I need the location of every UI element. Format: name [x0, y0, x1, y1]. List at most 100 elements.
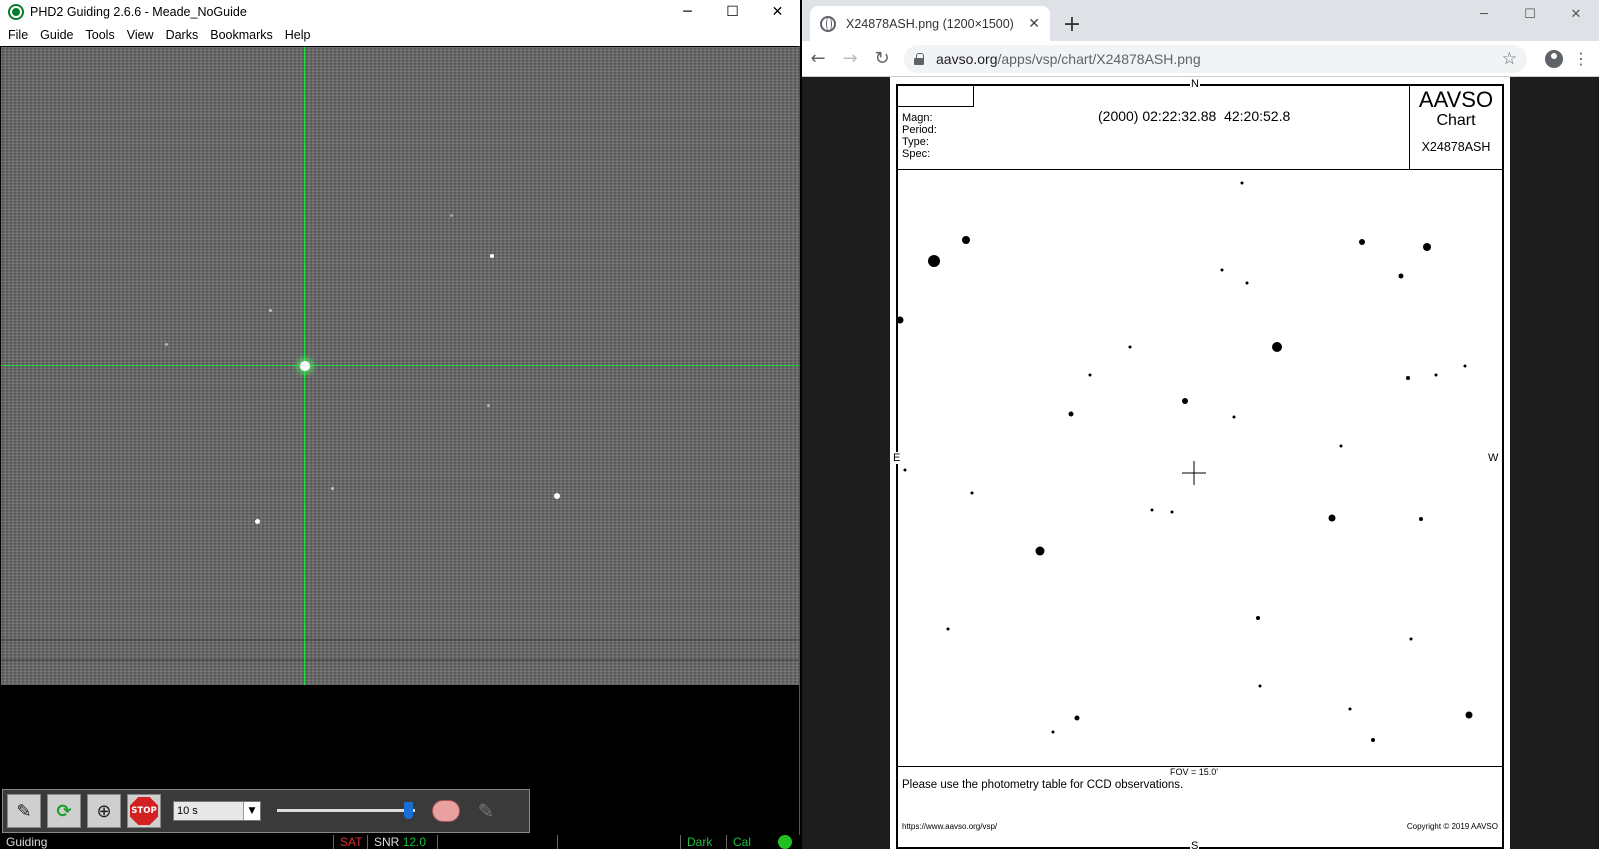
- target-icon: ⊕: [96, 800, 112, 822]
- menu-tools[interactable]: Tools: [80, 24, 121, 46]
- chart-star: [1182, 398, 1188, 404]
- guide-star-marker[interactable]: [300, 361, 310, 371]
- stop-icon: STOP: [130, 797, 158, 825]
- chart-frame: Magn: Period: Type: Spec: (2000) 02:22:3…: [892, 78, 1504, 849]
- chart-star: [1170, 510, 1174, 514]
- tab-close-button[interactable]: ✕: [1028, 16, 1040, 32]
- field-magn: Magn:: [902, 112, 933, 124]
- lock-icon[interactable]: [914, 52, 924, 65]
- snr-value: 12.0: [402, 835, 427, 849]
- address-bar[interactable]: aavso.org/apps/vsp/chart/X24878ASH.png ☆: [904, 44, 1527, 73]
- chart-star: [1419, 517, 1423, 521]
- menu-file[interactable]: File: [2, 24, 34, 46]
- camera-star: [487, 404, 490, 407]
- chrome-window: X24878ASH.png (1200×1500) ✕ + ─ ☐ ✕ ← → …: [802, 0, 1599, 849]
- minimize-button[interactable]: ─: [665, 0, 710, 24]
- footer-copyright: Copyright © 2019 AAVSO: [1406, 822, 1498, 831]
- direction-west: W: [1487, 452, 1500, 464]
- back-button[interactable]: ←: [802, 43, 834, 75]
- stop-button[interactable]: STOP: [127, 794, 161, 828]
- chart-id: X24878ASH: [1421, 140, 1491, 154]
- status-sat: SAT: [333, 835, 367, 849]
- chart-star: [1463, 364, 1467, 368]
- forward-button[interactable]: →: [834, 43, 866, 75]
- loop-icon: ⟳: [56, 800, 72, 822]
- close-button[interactable]: ✕: [755, 0, 800, 24]
- page-viewport[interactable]: Magn: Period: Type: Spec: (2000) 02:22:3…: [802, 77, 1599, 849]
- equipment-button[interactable]: ✎: [469, 794, 503, 828]
- menu-kebab-icon[interactable]: ⋮: [1573, 49, 1589, 68]
- reload-button[interactable]: ↻: [866, 43, 898, 75]
- tab-strip: X24878ASH.png (1200×1500) ✕ + ─ ☐ ✕: [802, 0, 1599, 41]
- chart-header: Magn: Period: Type: Spec: (2000) 02:22:3…: [898, 86, 1502, 170]
- connection-led-icon: [778, 835, 792, 849]
- chart-star: [1035, 546, 1045, 556]
- maximize-button[interactable]: ☐: [710, 0, 755, 24]
- logo-aavso: AAVSO: [1418, 87, 1494, 112]
- exposure-dropdown[interactable]: 10 s ▼: [173, 801, 261, 821]
- camera-star: [450, 214, 453, 217]
- url-path: /apps/vsp/chart/X24878ASH.png: [997, 50, 1201, 67]
- chart-star: [1465, 711, 1473, 719]
- field-type: Type:: [902, 136, 929, 148]
- field-spec: Spec:: [902, 148, 931, 160]
- wrench-icon: ✎: [477, 799, 495, 823]
- phd2-app-icon: [8, 4, 24, 20]
- maximize-button[interactable]: ☐: [1507, 0, 1553, 28]
- camera-star: [269, 309, 272, 312]
- chart-star: [1068, 411, 1074, 417]
- chart-star: [1348, 707, 1352, 711]
- chart-star: [970, 491, 974, 495]
- chart-star: [1328, 514, 1336, 522]
- guide-camera-image[interactable]: [1, 47, 799, 685]
- snr-label: SNR: [374, 835, 400, 849]
- direction-north: N: [1190, 78, 1200, 90]
- minimize-button[interactable]: ─: [1461, 0, 1507, 28]
- chart-star: [903, 468, 907, 472]
- crosshair-horizontal: [1, 365, 799, 366]
- chart-star: [1434, 373, 1438, 377]
- fov-label: FOV = 15.0': [1170, 767, 1218, 777]
- chart-star: [946, 627, 950, 631]
- phd2-window-title: PHD2 Guiding 2.6.6 - Meade_NoGuide: [30, 5, 247, 19]
- guide-button[interactable]: ⊕: [87, 794, 121, 828]
- chart-star: [1371, 738, 1375, 742]
- usb-plug-icon: ✎: [16, 800, 32, 822]
- chart-star: [1272, 342, 1282, 352]
- browser-tab[interactable]: X24878ASH.png (1200×1500) ✕: [810, 6, 1050, 41]
- menu-darks[interactable]: Darks: [160, 24, 205, 46]
- chart-star: [1256, 616, 1260, 620]
- chart-star: [1088, 373, 1092, 377]
- brain-button[interactable]: [429, 794, 463, 828]
- globe-icon: [820, 15, 836, 32]
- chart-star: [1258, 684, 1262, 688]
- menu-bookmarks[interactable]: Bookmarks: [204, 24, 279, 46]
- chart-star: [1051, 730, 1055, 734]
- chart-star: [1398, 273, 1404, 279]
- camera-connect-button[interactable]: ✎: [7, 794, 41, 828]
- gamma-slider[interactable]: [273, 796, 423, 826]
- profile-icon[interactable]: [1545, 49, 1563, 68]
- menu-guide[interactable]: Guide: [34, 24, 79, 46]
- chart-star: [962, 236, 970, 244]
- new-tab-button[interactable]: +: [1058, 10, 1086, 38]
- chart-star: [928, 255, 940, 267]
- loop-button[interactable]: ⟳: [47, 794, 81, 828]
- tab-title: X24878ASH.png (1200×1500): [846, 16, 1014, 31]
- exposure-value: 10 s: [174, 802, 244, 820]
- chart-footer: FOV = 15.0' Please use the photometry ta…: [898, 766, 1502, 847]
- phd2-window: PHD2 Guiding 2.6.6 - Meade_NoGuide ─ ☐ ✕…: [0, 0, 800, 849]
- camera-star: [490, 254, 494, 258]
- chart-star: [1409, 637, 1413, 641]
- camera-star: [331, 487, 334, 490]
- menu-help[interactable]: Help: [279, 24, 317, 46]
- chart-star: [1240, 181, 1244, 185]
- url-host: aavso.org: [936, 50, 998, 67]
- bookmark-star-icon[interactable]: ☆: [1502, 49, 1517, 69]
- chart-star: [1128, 345, 1132, 349]
- field-period: Period:: [902, 124, 937, 136]
- gamma-slider-thumb[interactable]: [404, 802, 413, 819]
- menu-view[interactable]: View: [121, 24, 160, 46]
- chart-star: [1150, 508, 1154, 512]
- close-button[interactable]: ✕: [1553, 0, 1599, 28]
